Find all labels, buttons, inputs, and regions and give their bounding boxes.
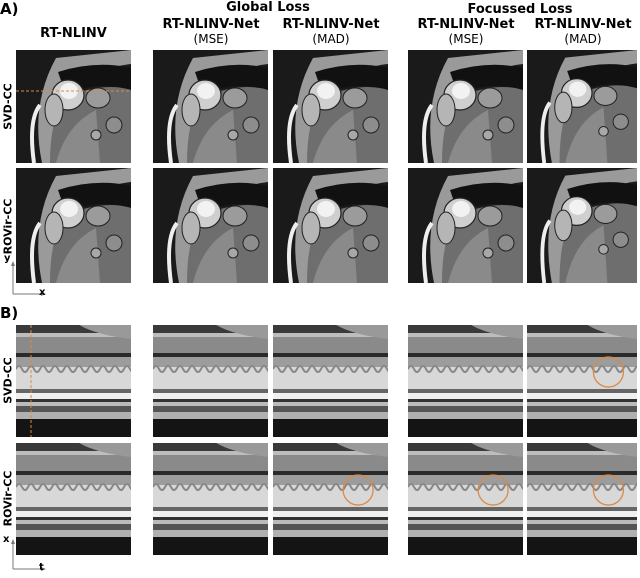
column-header-focussed-mad: RT-NLINV-Net (MAD) [524, 17, 640, 46]
section-a-label: A) [0, 0, 19, 18]
column-title: RT-NLINV-Net [534, 17, 632, 32]
column-header-focussed-mse: RT-NLINV-Net (MSE) [405, 17, 527, 46]
column-subtitle: (MSE) [448, 32, 484, 46]
image-panel-b-row1-col1 [153, 443, 268, 555]
section-b-label: B) [0, 304, 19, 322]
m-mode-image [273, 325, 388, 437]
row-label-b-rovir-cc: ROVir-CC [1, 470, 15, 527]
cardiac-mri-image [153, 168, 268, 283]
image-panel-a-row0-col1 [153, 50, 268, 163]
cardiac-mri-image [408, 168, 523, 283]
image-panel-b-row1-col3 [408, 443, 523, 555]
image-panel-a-row1-col4 [527, 168, 637, 283]
column-header-global-mse: RT-NLINV-Net (MSE) [150, 17, 272, 46]
row-label-a-svd-cc: SVD-CC [1, 83, 15, 130]
image-panel-b-row0-col0 [16, 325, 131, 437]
cardiac-mri-image [408, 50, 523, 163]
group-title-global-loss: Global Loss [226, 0, 310, 15]
cardiac-mri-image [273, 168, 388, 283]
image-panel-b-row0-col1 [153, 325, 268, 437]
image-panel-a-row1-col2 [273, 168, 388, 283]
image-panel-a-row1-col3 [408, 168, 523, 283]
column-title-rt-nlinv: RT-NLINV [40, 26, 107, 41]
axis-label-vertical: x [3, 534, 10, 545]
axis-label-horizontal: x [39, 287, 46, 298]
image-panel-b-row0-col2 [273, 325, 388, 437]
column-subtitle: (MSE) [193, 32, 229, 46]
row-label-b-svd-cc: SVD-CC [1, 357, 15, 404]
m-mode-image [16, 325, 131, 437]
column-subtitle: (MAD) [312, 32, 350, 46]
axis-label-horizontal: t [39, 562, 44, 573]
column-subtitle: (MAD) [564, 32, 602, 46]
image-panel-b-row1-col4 [527, 443, 637, 555]
cardiac-mri-image [527, 168, 637, 283]
m-mode-image [408, 443, 523, 555]
column-title: RT-NLINV-Net [417, 17, 515, 32]
m-mode-image [153, 443, 268, 555]
cardiac-mri-image [273, 50, 388, 163]
image-panel-a-row0-col3 [408, 50, 523, 163]
m-mode-image [527, 325, 637, 437]
cardiac-mri-image [153, 50, 268, 163]
m-mode-image [273, 443, 388, 555]
m-mode-image [153, 325, 268, 437]
cardiac-mri-image [527, 50, 637, 163]
axis-indicator-b [10, 538, 50, 574]
image-panel-b-row0-col4 [527, 325, 637, 437]
axis-arrows-icon [11, 539, 46, 571]
image-panel-a-row0-col0 [16, 50, 131, 163]
column-title: RT-NLINV-Net [282, 17, 380, 32]
axis-label-vertical: y [4, 253, 11, 264]
column-title: RT-NLINV-Net [162, 17, 260, 32]
group-title-focussed-loss: Focussed Loss [467, 2, 573, 17]
cardiac-mri-image [16, 50, 131, 163]
image-panel-a-row1-col1 [153, 168, 268, 283]
column-header-global-mad: RT-NLINV-Net (MAD) [270, 17, 392, 46]
image-panel-a-row0-col2 [273, 50, 388, 163]
m-mode-image [527, 443, 637, 555]
image-panel-b-row1-col2 [273, 443, 388, 555]
m-mode-image [408, 325, 523, 437]
image-panel-a-row0-col4 [527, 50, 637, 163]
image-panel-b-row0-col3 [408, 325, 523, 437]
